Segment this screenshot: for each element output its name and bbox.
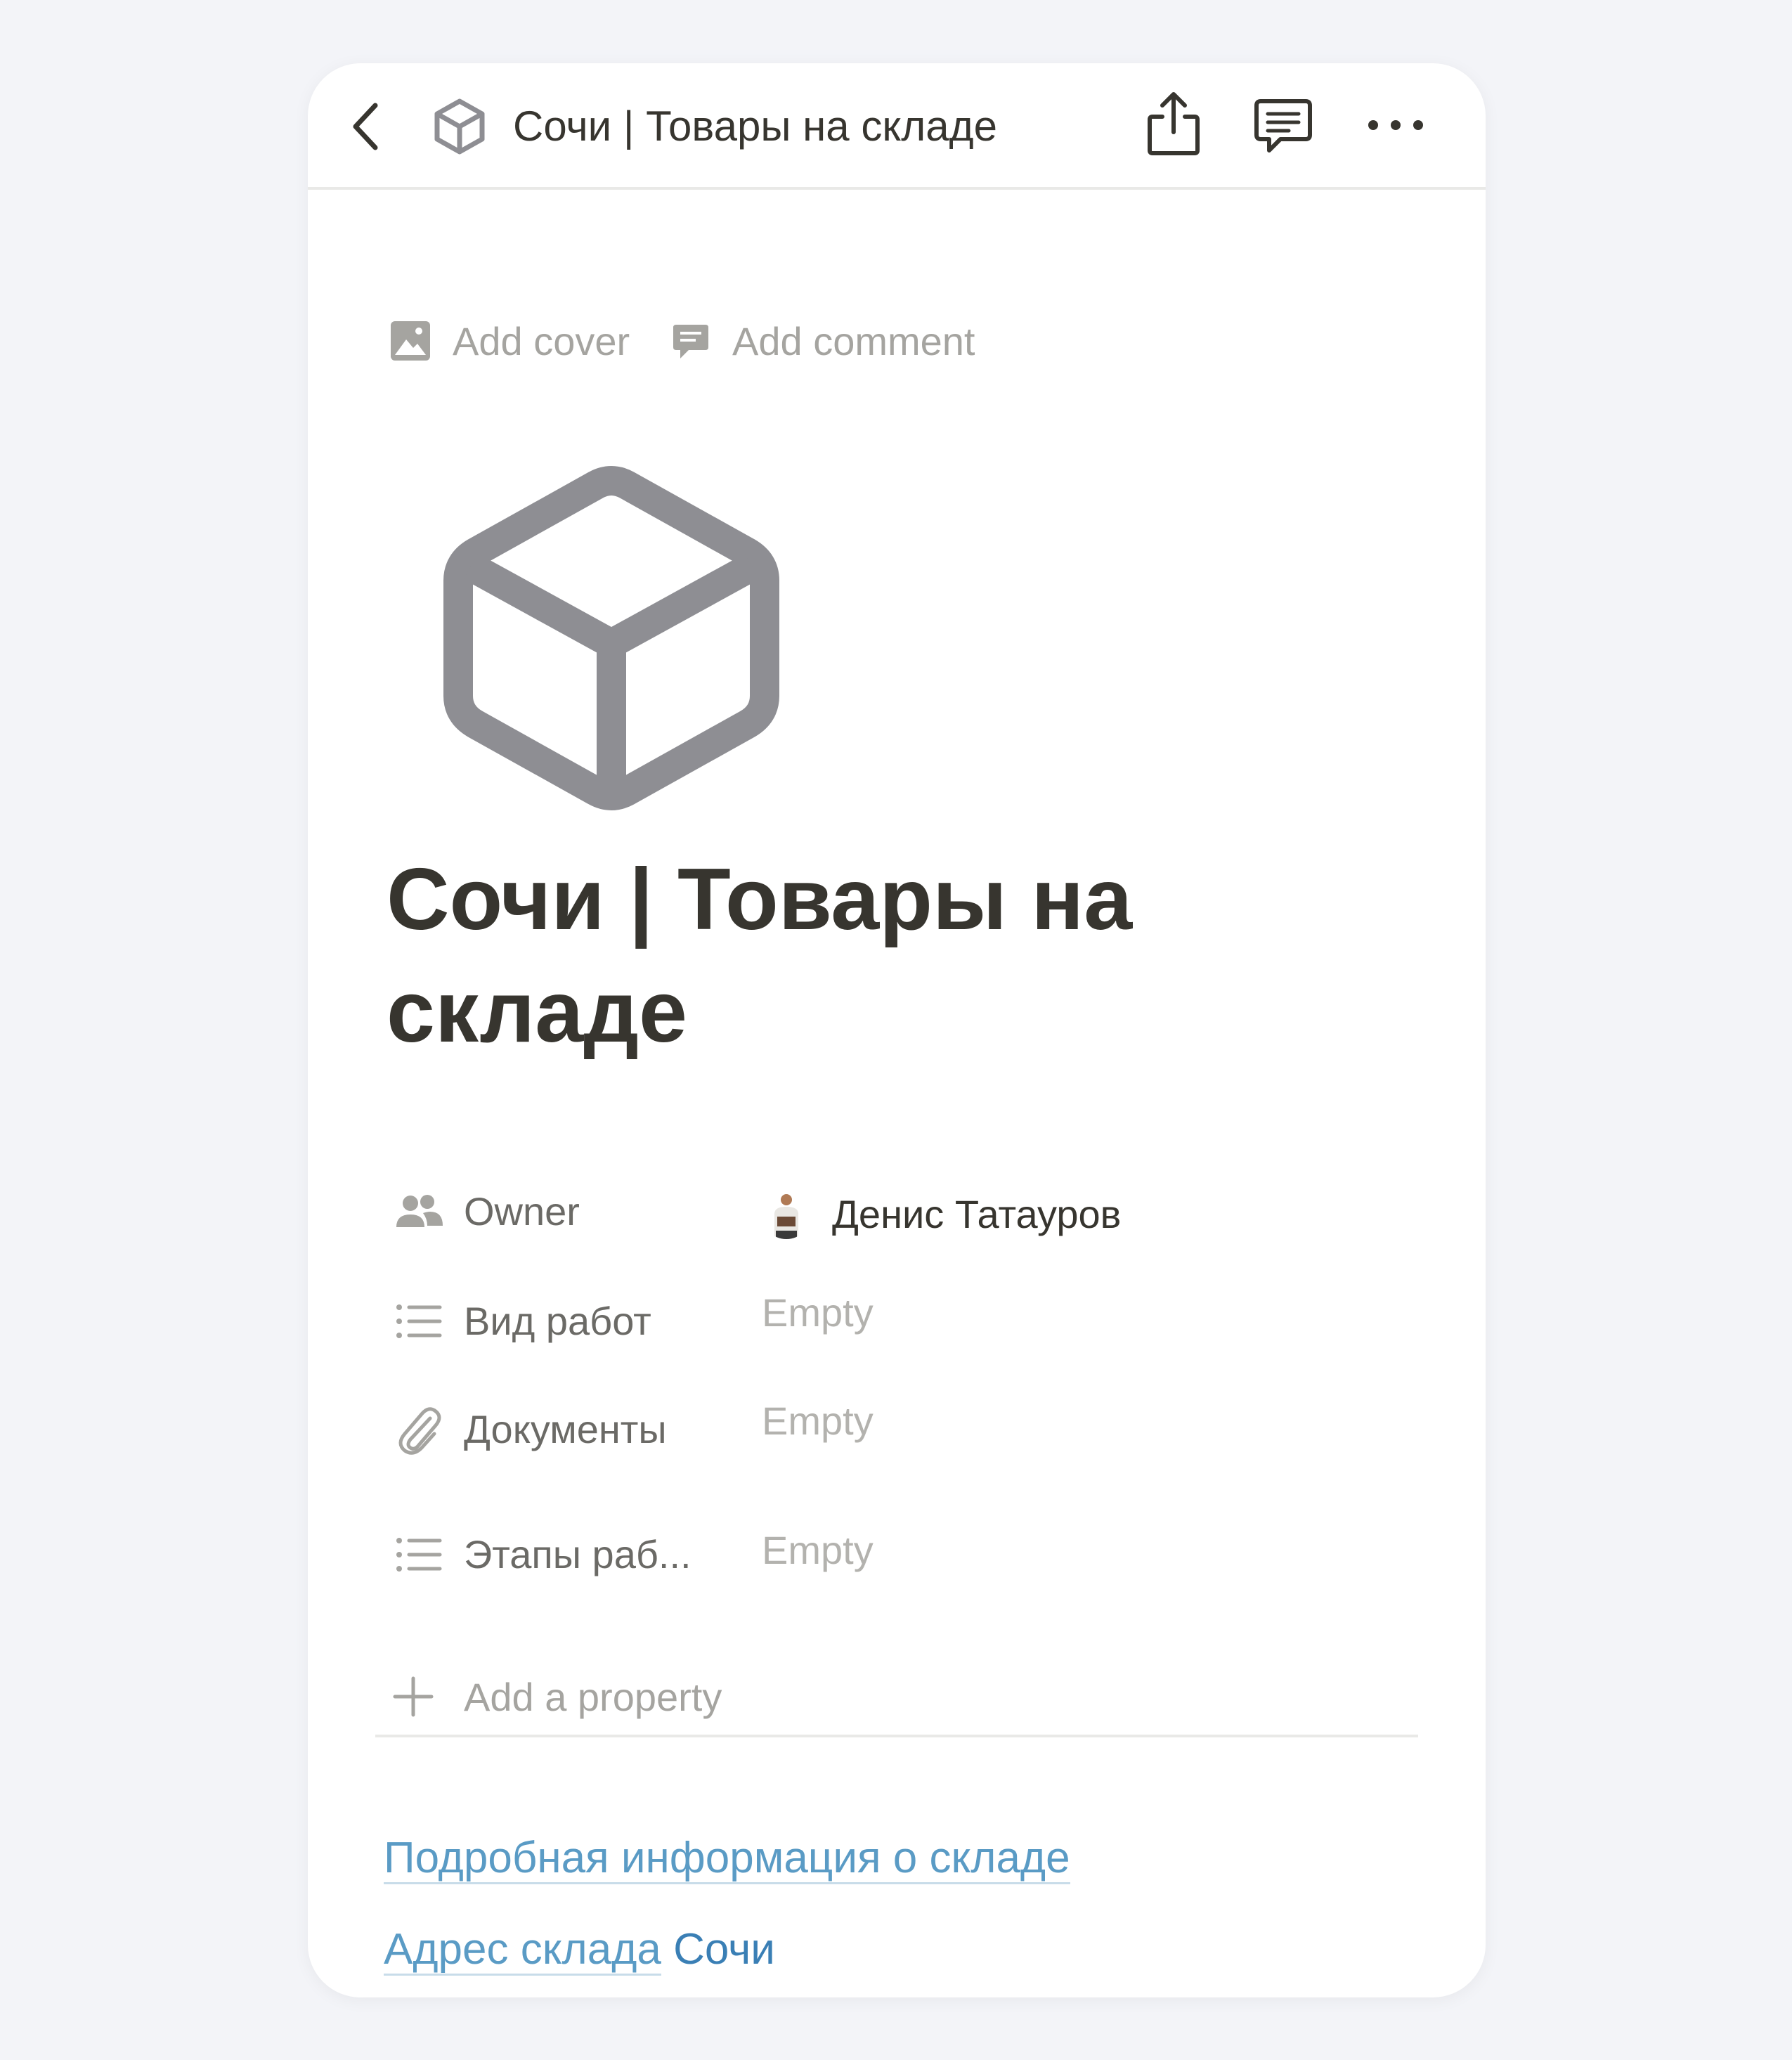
property-value[interactable]: Empty xyxy=(762,1386,874,1456)
property-name[interactable]: Owner xyxy=(464,1177,580,1247)
add-cover-label: Add cover xyxy=(453,318,630,363)
property-row-work-type: Вид работ Empty xyxy=(391,1286,1403,1356)
list-icon xyxy=(396,1304,442,1338)
details-link-line: Подробная информация о складе xyxy=(384,1823,1070,1893)
avatar xyxy=(762,1190,811,1239)
property-name[interactable]: Документы xyxy=(464,1394,667,1465)
add-property-button[interactable]: Add a property xyxy=(391,1661,722,1732)
page-card: Сочи | Товары на складе Add cover Add co… xyxy=(308,63,1486,1997)
divider xyxy=(375,1735,1418,1737)
chevron-left-icon[interactable] xyxy=(339,96,401,157)
property-value[interactable]: Empty xyxy=(762,1278,874,1348)
cube-icon[interactable] xyxy=(415,436,808,829)
warehouse-details-link[interactable]: Подробная информация о складе xyxy=(384,1834,1070,1884)
comment-bubble-icon xyxy=(673,325,708,358)
owner-name: Денис Татауров xyxy=(832,1192,1122,1236)
topbar-title: Сочи | Товары на складе xyxy=(513,103,998,150)
property-name[interactable]: Вид работ xyxy=(464,1286,651,1356)
list-icon xyxy=(396,1538,442,1572)
add-comment-button[interactable]: Add comment xyxy=(670,309,975,373)
people-icon xyxy=(396,1195,443,1227)
add-property-label: Add a property xyxy=(464,1674,722,1719)
cube-icon xyxy=(434,98,485,155)
warehouse-address-link[interactable]: Адрес склада xyxy=(384,1925,661,1976)
property-value-person[interactable]: Денис Татауров xyxy=(762,1179,1121,1250)
add-comment-label: Add comment xyxy=(732,318,975,363)
page-title[interactable]: Сочи | Товары на складе xyxy=(387,843,1314,1068)
comment-icon[interactable] xyxy=(1249,91,1317,159)
property-row-documents: Документы Empty xyxy=(391,1394,1403,1465)
plus-icon xyxy=(393,1676,434,1717)
property-name[interactable]: Этапы раб... xyxy=(464,1520,692,1590)
paperclip-icon xyxy=(398,1407,441,1455)
address-city-text: Сочи xyxy=(661,1925,775,1974)
address-link-line: Адрес склада Сочи xyxy=(384,1915,775,1985)
property-value[interactable]: Empty xyxy=(762,1515,874,1586)
more-horizontal-icon[interactable] xyxy=(1362,91,1429,159)
app-background: Сочи | Товары на складе Add cover Add co… xyxy=(0,0,1792,2060)
top-bar: Сочи | Товары на складе xyxy=(308,63,1486,190)
add-cover-button[interactable]: Add cover xyxy=(389,309,630,373)
property-row-owner: Owner Денис Татауров xyxy=(391,1177,1403,1247)
share-icon[interactable] xyxy=(1140,89,1207,159)
image-icon xyxy=(391,321,430,361)
property-row-work-stages: Этапы раб... Empty xyxy=(391,1520,1403,1590)
